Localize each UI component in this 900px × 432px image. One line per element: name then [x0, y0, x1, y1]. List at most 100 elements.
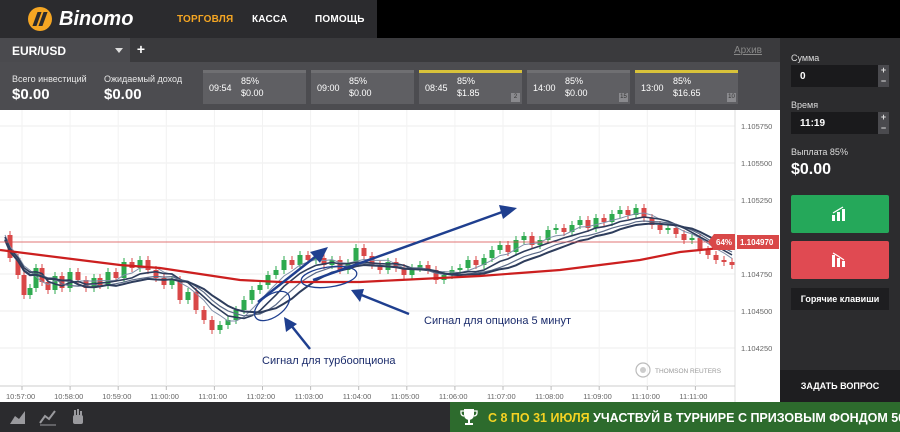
time-field[interactable]: 11:19 + − — [791, 112, 889, 134]
candle-up — [593, 218, 599, 228]
candle-down — [729, 262, 735, 265]
deal-amount: $0.00 — [565, 88, 588, 98]
candle-up — [273, 270, 279, 275]
brand-name: Binomo — [59, 7, 134, 30]
info-bar: Всего инвестиций $0.00 Ожидаемый доход $… — [0, 62, 780, 110]
candle-down — [289, 260, 295, 265]
deal-count-badge: 15 — [619, 93, 628, 102]
deal-card[interactable]: 09:00 85% $0.00 — [311, 70, 414, 104]
candle-down — [21, 275, 27, 295]
reuters-logo-dot — [640, 367, 646, 373]
call-up-button[interactable] — [791, 195, 889, 233]
candle-down — [601, 218, 607, 222]
deal-time: 09:54 — [209, 83, 232, 93]
expected-income-value: $0.00 — [104, 86, 142, 103]
time-decrement-button[interactable]: − — [878, 123, 889, 134]
candle-up — [297, 255, 303, 265]
asset-tab[interactable]: EUR/USD — [0, 38, 130, 62]
price-chart[interactable]: 1.1057501.1055001.1052501.1050001.104750… — [0, 110, 780, 402]
time-tick-label: 11:00:00 — [150, 392, 179, 401]
deal-count-badge: 10 — [727, 93, 736, 102]
candle-down — [75, 272, 81, 280]
banner-dates: С 8 ПО 31 ИЮЛЯ — [488, 411, 590, 425]
nav-help[interactable]: ПОМОЩЬ — [315, 14, 365, 25]
moving-average-line — [4, 220, 733, 317]
candle-down — [721, 260, 727, 262]
candle-down — [697, 238, 703, 250]
deal-card[interactable]: 13:00 85% $16.65 10 — [635, 70, 738, 104]
put-down-button[interactable] — [791, 241, 889, 279]
expected-income-label: Ожидаемый доход — [104, 74, 183, 84]
trade-panel: Сумма 0 + − Время 11:19 + − Выплата 85% … — [780, 38, 900, 402]
nav-cashier[interactable]: КАССА — [252, 14, 288, 25]
hand-tool-icon[interactable] — [68, 407, 88, 427]
price-tick-label: 1.105750 — [741, 122, 772, 131]
chart-area-icon[interactable] — [8, 407, 28, 427]
logo[interactable]: Binomo — [28, 7, 133, 31]
amount-label: Сумма — [791, 53, 820, 63]
chart-tools-bar — [0, 402, 450, 432]
caret-down-icon[interactable] — [115, 48, 123, 53]
tournament-banner[interactable]: С 8 ПО 31 ИЮЛЯ УЧАСТВУЙ В ТУРНИРЕ С ПРИЗ… — [450, 402, 900, 432]
candle-down — [681, 234, 687, 240]
amount-increment-button[interactable]: + — [878, 65, 889, 76]
candle-down — [625, 210, 631, 215]
trend-down-icon — [832, 252, 845, 267]
deal-time: 09:00 — [317, 83, 340, 93]
candle-down — [145, 260, 151, 270]
time-label: Время — [791, 100, 819, 110]
time-tick-label: 11:01:00 — [198, 392, 227, 401]
expected-income: Ожидаемый доход $0.00 — [104, 74, 182, 103]
archive-link[interactable]: Архив — [734, 45, 762, 56]
moving-average-line — [4, 216, 733, 320]
deal-percent: 85% — [673, 76, 692, 86]
candle-down — [361, 248, 367, 256]
chart-line-icon[interactable] — [38, 407, 58, 427]
price-tick-label: 1.105250 — [741, 196, 772, 205]
deal-card[interactable]: 08:45 85% $1.85 2 — [419, 70, 522, 104]
amount-decrement-button[interactable]: − — [878, 76, 889, 87]
candle-down — [473, 260, 479, 265]
deal-amount: $0.00 — [349, 88, 372, 98]
time-tick-label: 11:10:00 — [631, 392, 660, 401]
time-increment-button[interactable]: + — [878, 112, 889, 123]
candle-down — [113, 272, 119, 278]
deal-card[interactable]: 14:00 85% $0.00 15 — [527, 70, 630, 104]
candle-up — [265, 275, 271, 285]
candle-down — [209, 320, 215, 330]
time-tick-label: 11:02:00 — [247, 392, 276, 401]
deal-card[interactable]: 09:54 85% $0.00 — [203, 70, 306, 104]
candle-down — [305, 255, 311, 260]
candle-down — [705, 250, 711, 255]
time-value: 11:19 — [800, 118, 826, 129]
candle-up — [233, 310, 239, 320]
candle-up — [257, 285, 263, 290]
candle-up — [489, 250, 495, 258]
time-tick-label: 11:03:00 — [295, 392, 324, 401]
nav-trade[interactable]: ТОРГОВЛЯ — [177, 14, 233, 25]
deal-percent: 85% — [457, 76, 476, 86]
total-investments: Всего инвестиций $0.00 — [12, 74, 87, 103]
add-tab-button[interactable]: + — [130, 38, 152, 62]
candle-down — [505, 245, 511, 252]
banner-text: С 8 ПО 31 ИЮЛЯ УЧАСТВУЙ В ТУРНИРЕ С ПРИЗ… — [488, 411, 900, 425]
turbo-pointer-arrow — [289, 323, 311, 350]
time-tick-label: 10:57:00 — [6, 392, 35, 401]
deal-amount: $1.85 — [457, 88, 480, 98]
asset-tab-bar: EUR/USD + Архив — [0, 38, 780, 62]
ask-question-button[interactable]: ЗАДАТЬ ВОПРОС — [780, 370, 900, 402]
deal-count-badge: 2 — [511, 93, 520, 102]
chart-canvas[interactable]: 1.1057501.1055001.1052501.1050001.104750… — [0, 110, 780, 402]
thomson-reuters-watermark: THOMSON REUTERS — [635, 362, 722, 378]
candle-up — [281, 260, 287, 270]
five-min-signal-annotation: Сигнал для опциона 5 минут — [300, 205, 571, 327]
candle-up — [27, 288, 33, 295]
deal-percent: 85% — [349, 76, 368, 86]
turbo-signal-label: Сигнал для турбоопциона — [262, 355, 396, 367]
candle-up — [689, 238, 695, 240]
price-tick-label: 1.105500 — [741, 159, 772, 168]
price-tick-label: 1.104250 — [741, 344, 772, 353]
amount-field[interactable]: 0 + − — [791, 65, 889, 87]
price-tick-label: 1.104750 — [741, 270, 772, 279]
hotkeys-button[interactable]: Горячие клавиши — [791, 288, 889, 310]
